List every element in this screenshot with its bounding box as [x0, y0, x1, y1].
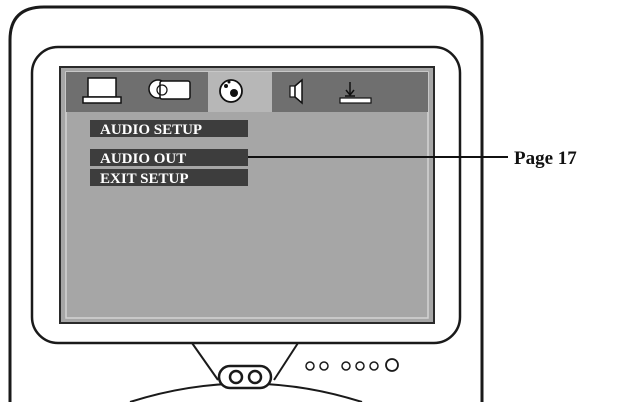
menu-item-exit-setup[interactable]: EXIT SETUP	[100, 171, 189, 187]
front-button-4[interactable]	[355, 361, 365, 371]
callout-label: Page 17	[514, 148, 577, 169]
front-button-2[interactable]	[319, 361, 329, 371]
front-button-1[interactable]	[305, 361, 315, 371]
tv-setup-diagram: AUDIO SETUP AUDIO OUT EXIT SETUP Page 17	[8, 5, 577, 402]
menu-title: AUDIO SETUP	[100, 122, 202, 138]
monitor-tab-icon[interactable]	[82, 77, 122, 104]
front-button-5[interactable]	[369, 361, 379, 371]
video-tab-icon[interactable]	[148, 79, 191, 100]
menu-item-audio-out[interactable]: AUDIO OUT	[100, 151, 186, 167]
control-button-left[interactable]	[228, 369, 244, 385]
audio-disc-tab-icon[interactable]	[219, 79, 243, 103]
control-pod	[217, 364, 273, 390]
front-button-3[interactable]	[341, 361, 351, 371]
control-button-right[interactable]	[247, 369, 263, 385]
power-button[interactable]	[385, 358, 399, 372]
